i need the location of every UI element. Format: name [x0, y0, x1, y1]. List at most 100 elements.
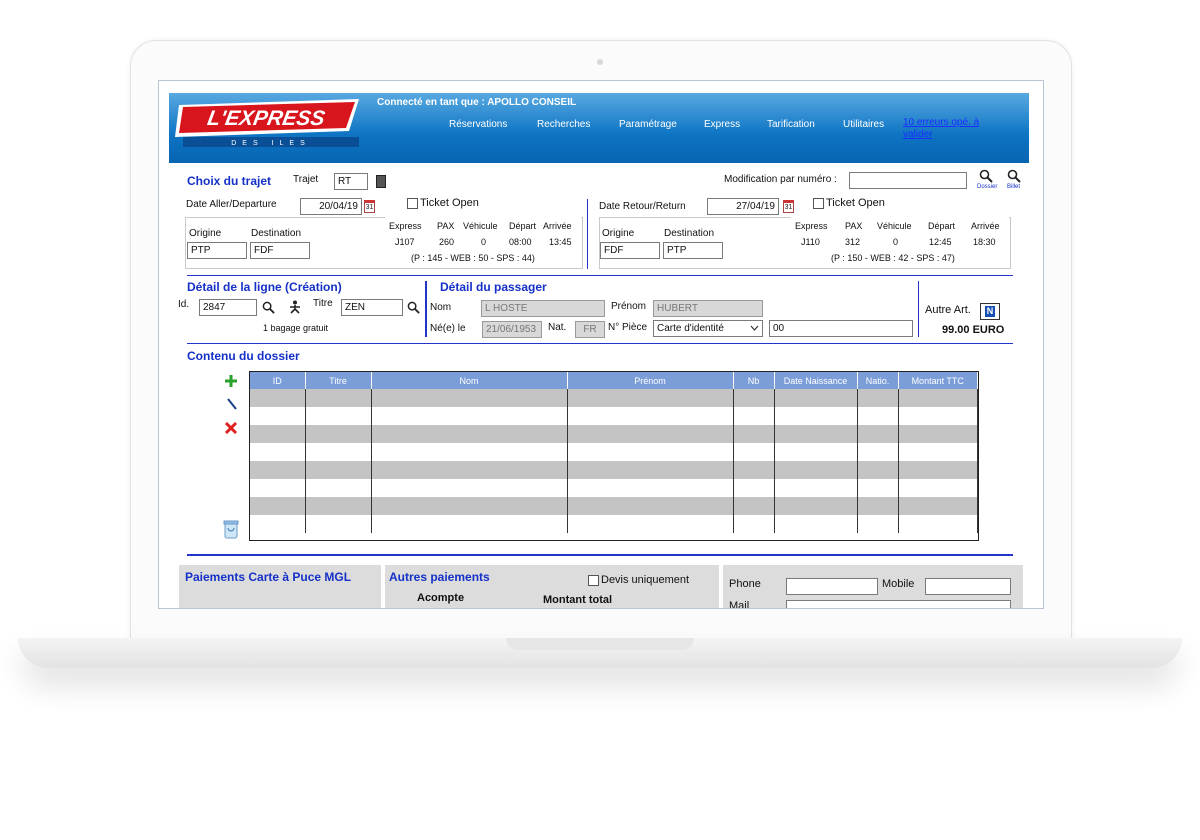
retour-h-express: Express	[795, 221, 828, 231]
nat-label: Nat.	[548, 322, 567, 333]
calculator-icon[interactable]	[376, 175, 386, 188]
search-id-icon[interactable]	[262, 301, 275, 314]
table-row[interactable]	[250, 461, 978, 479]
phone-input[interactable]	[786, 578, 878, 595]
nat-input[interactable]: FR	[575, 321, 605, 338]
col-nb[interactable]: Nb	[733, 372, 775, 389]
prenom-label: Prénom	[611, 301, 647, 312]
ticket-open-retour-checkbox[interactable]	[813, 198, 824, 209]
phone-label: Phone	[729, 578, 761, 590]
table-row[interactable]	[250, 497, 978, 515]
aller-detail: (P : 145 - WEB : 50 - SPS : 44)	[411, 253, 535, 263]
trash-icon[interactable]	[223, 519, 239, 539]
table-row[interactable]	[250, 479, 978, 497]
trajet-input[interactable]: RT	[334, 173, 368, 190]
delete-icon[interactable]	[224, 421, 238, 435]
retour-h-depart: Départ	[928, 221, 956, 231]
camera-dot	[597, 59, 603, 65]
date-aller-label: Date Aller/Departure	[186, 199, 277, 210]
add-icon[interactable]	[224, 374, 238, 388]
id-input[interactable]: 2847	[199, 299, 257, 316]
mobile-input[interactable]	[925, 578, 1011, 595]
nom-input[interactable]: L HOSTE	[481, 300, 605, 317]
date-retour-label: Date Retour/Return	[599, 201, 686, 212]
autre-art-field[interactable]: N	[980, 303, 1000, 320]
retour-v-express: J110	[801, 237, 820, 247]
aller-h-depart: Départ	[509, 221, 537, 231]
menu-utilitaires[interactable]: Utilitaires	[843, 119, 884, 130]
ligne-section-title: Détail de la ligne (Création)	[187, 280, 342, 294]
ticket-open-retour-label: Ticket Open	[826, 197, 885, 209]
calendar-retour-icon[interactable]: 31	[783, 200, 794, 213]
connected-user: Connecté en tant que : APOLLO CONSEIL	[377, 97, 577, 108]
ticket-open-aller-checkbox[interactable]	[407, 198, 418, 209]
montant-total-label: Montant total	[543, 594, 613, 606]
col-prenom[interactable]: Prénom	[567, 372, 734, 389]
passager-divider	[918, 281, 919, 337]
search-titre-icon[interactable]	[407, 301, 420, 314]
piece-type-select[interactable]: Carte d'identité	[653, 320, 763, 337]
aller-h-arrivee: Arrivée	[543, 221, 572, 231]
aller-destination-input[interactable]: FDF	[250, 242, 310, 259]
retour-origine-input[interactable]: FDF	[600, 242, 660, 259]
date-retour-input[interactable]: 27/04/19	[707, 198, 779, 215]
mail-label: Mail	[729, 600, 750, 609]
screen: L'EXPRESS DES ILES Connecté en tant que …	[158, 80, 1044, 609]
nom-label: Nom	[430, 302, 452, 313]
aller-origine-input[interactable]: PTP	[187, 242, 247, 259]
dossier-table: ID Titre Nom Prénom Nb Date Naissance Na…	[249, 371, 979, 541]
modif-numero-input[interactable]	[849, 172, 967, 189]
col-titre[interactable]: Titre	[305, 372, 372, 389]
table-row[interactable]	[250, 407, 978, 425]
retour-detail: (P : 150 - WEB : 42 - SPS : 47)	[831, 253, 955, 263]
menu-recherches[interactable]: Recherches	[537, 119, 590, 130]
trajet-label: Trajet	[293, 174, 319, 185]
titre-input[interactable]: ZEN	[341, 299, 403, 316]
edit-icon[interactable]	[226, 397, 238, 411]
calendar-aller-icon[interactable]: 31	[364, 200, 375, 213]
menu-reservations[interactable]: Réservations	[449, 119, 507, 130]
retour-h-vehicule: Véhicule	[877, 221, 912, 231]
chevron-down-icon	[750, 325, 759, 331]
col-natio[interactable]: Natio.	[857, 372, 899, 389]
search-dossier-icon[interactable]	[979, 169, 993, 183]
piece-label: N° Pièce	[608, 322, 648, 333]
prenom-input[interactable]: HUBERT	[653, 300, 763, 317]
person-icon[interactable]	[289, 300, 301, 314]
search-billet-icon[interactable]	[1007, 169, 1021, 183]
section-divider-3	[187, 554, 1013, 556]
express-logo[interactable]: L'EXPRESS DES ILES	[173, 97, 365, 151]
autre-art-label: Autre Art.	[925, 304, 971, 316]
menu-tarification[interactable]: Tarification	[767, 119, 815, 130]
naissance-input[interactable]: 21/06/1953	[482, 321, 542, 338]
retour-v-arrivee: 18:30	[973, 237, 996, 247]
table-row[interactable]	[250, 425, 978, 443]
menu-parametrage[interactable]: Paramétrage	[619, 119, 677, 130]
col-date-naissance[interactable]: Date Naissance	[774, 372, 858, 389]
retour-destination-input[interactable]: PTP	[663, 242, 723, 259]
aller-destination-label: Destination	[251, 228, 302, 239]
col-montant[interactable]: Montant TTC	[898, 372, 978, 389]
dossier-label: Dossier	[977, 184, 998, 190]
billet-label: Billet	[1007, 184, 1021, 190]
table-row[interactable]	[250, 389, 978, 407]
col-id[interactable]: ID	[250, 372, 306, 389]
aller-origine-label: Origine	[189, 228, 222, 239]
aller-v-express: J107	[395, 237, 415, 247]
svg-text:DES ILES: DES ILES	[231, 140, 311, 147]
aller-express-table: Express PAX Véhicule Départ Arrivée J107…	[385, 217, 581, 267]
devis-checkbox[interactable]	[588, 575, 599, 586]
retour-h-arrivee: Arrivée	[971, 221, 1000, 231]
errors-link[interactable]: 10 erreurs opé. à valider	[903, 117, 1003, 141]
header-bar: L'EXPRESS DES ILES Connecté en tant que …	[169, 93, 1029, 163]
acompte-label: Acompte	[417, 592, 465, 604]
aller-v-vehicule: 0	[481, 237, 487, 247]
table-row[interactable]	[250, 515, 978, 533]
mail-input[interactable]	[786, 600, 1011, 608]
col-nom[interactable]: Nom	[371, 372, 568, 389]
date-aller-input[interactable]: 20/04/19	[300, 198, 362, 215]
price-display: 99.00 EURO	[942, 324, 1005, 336]
piece-number-input[interactable]: 00	[769, 320, 913, 337]
menu-express[interactable]: Express	[704, 119, 740, 130]
table-row[interactable]	[250, 443, 978, 461]
